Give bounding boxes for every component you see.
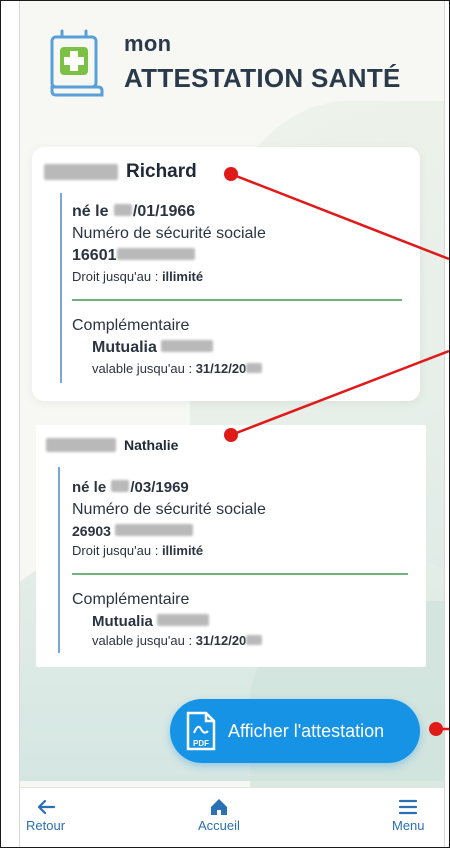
screenshot-frame: mon ATTESTATION SANTÉ Richard né le /01/…: [0, 0, 450, 848]
annotation-dot: [224, 428, 238, 442]
annotation-lines: [230, 172, 449, 731]
annotation-dot: [429, 722, 443, 736]
annotation-dot: [224, 167, 238, 181]
